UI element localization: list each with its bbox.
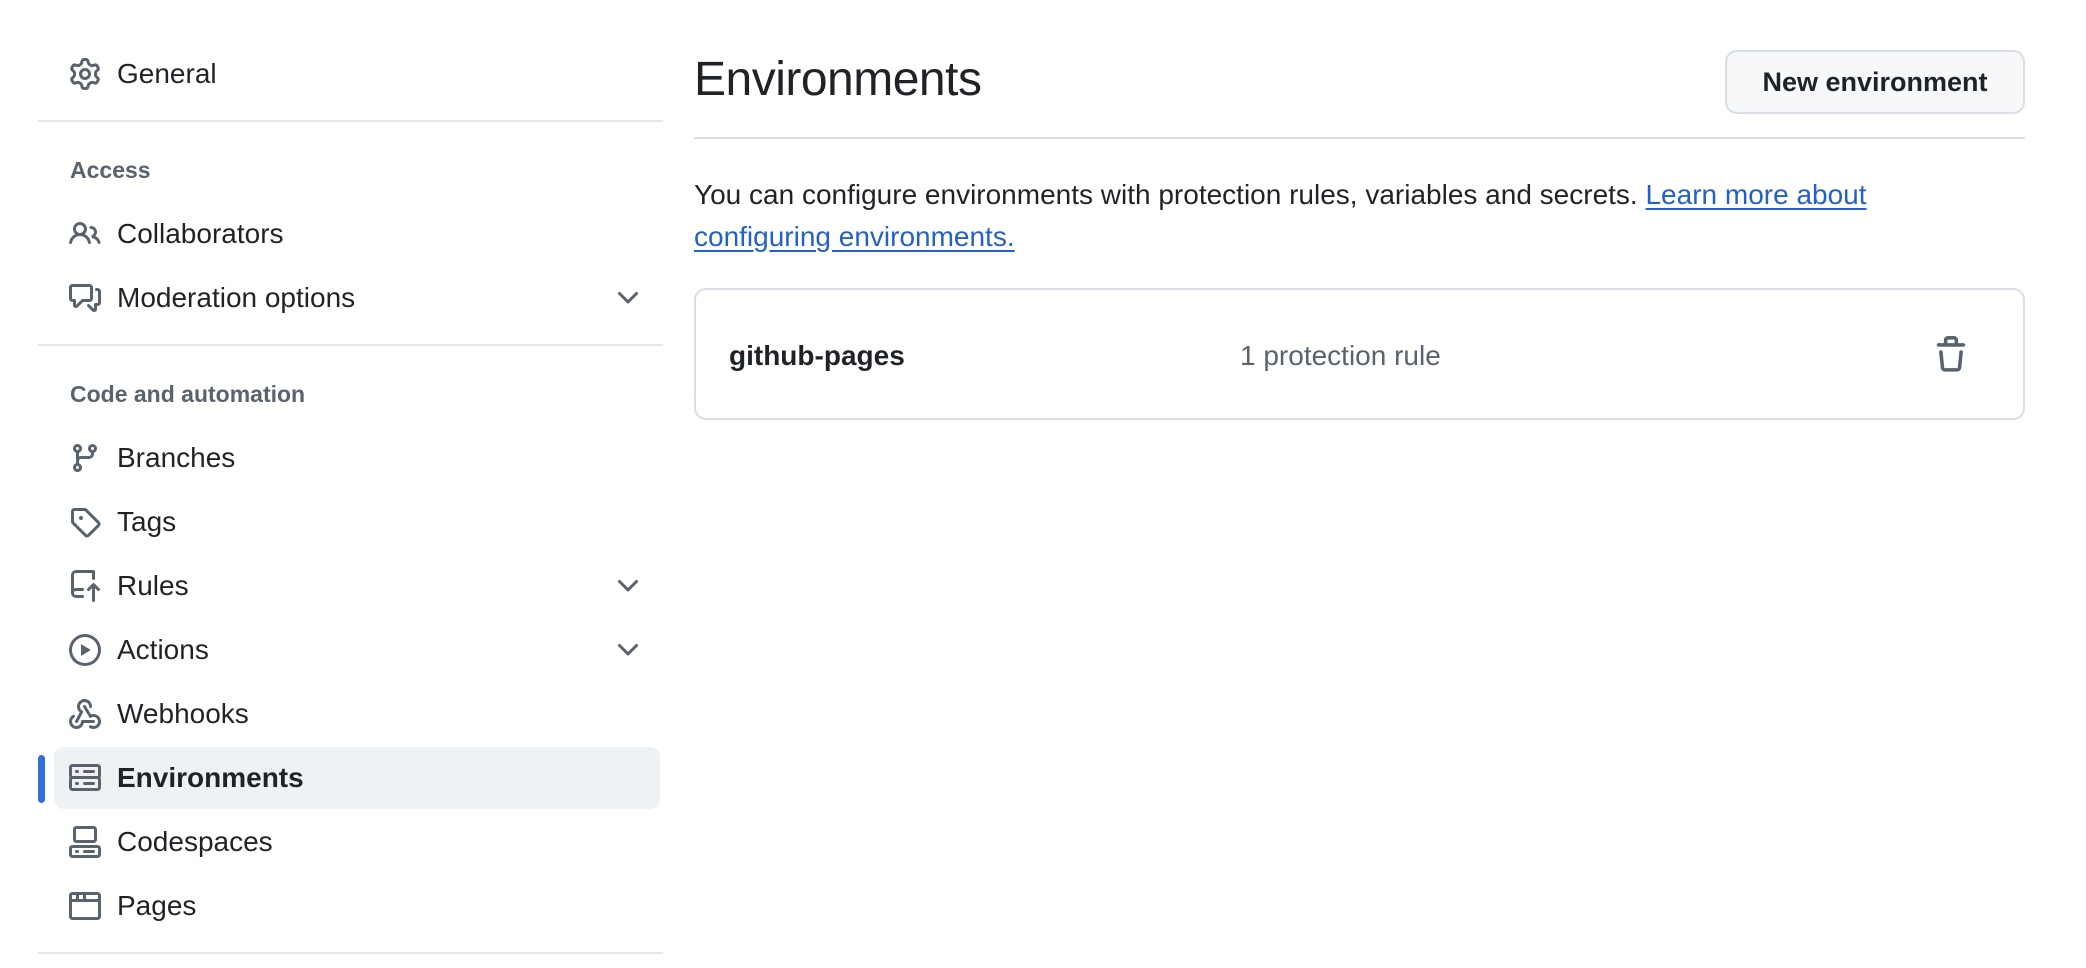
- sidebar-item-label: Environments: [117, 762, 304, 793]
- sidebar-item-collaborators[interactable]: Collaborators: [54, 203, 660, 265]
- environment-list: github-pages 1 protection rule: [694, 288, 2025, 420]
- comment-discussion-icon: [69, 282, 101, 314]
- sidebar-item-label: Actions: [117, 634, 209, 665]
- sidebar-heading-access: Access: [70, 157, 151, 183]
- chevron-down-icon[interactable]: [612, 282, 644, 314]
- git-branch-icon: [69, 442, 101, 474]
- sidebar-item-branches[interactable]: Branches: [54, 427, 660, 489]
- people-icon: [69, 218, 101, 250]
- browser-icon: [69, 890, 101, 922]
- sidebar-item-environments[interactable]: Environments: [54, 747, 660, 809]
- sidebar-item-general[interactable]: General: [54, 43, 660, 105]
- protection-rule-count: 1 protection rule: [1240, 340, 1441, 371]
- chevron-down-icon[interactable]: [612, 570, 644, 602]
- intro-text-body: You can configure environments with prot…: [694, 179, 1646, 210]
- gear-icon: [69, 58, 101, 90]
- sidebar-item-label: Branches: [117, 442, 236, 473]
- repo-push-icon: [69, 570, 101, 602]
- sidebar-item-label: Codespaces: [117, 826, 273, 857]
- title-divider: [694, 137, 2025, 139]
- sidebar-item-webhooks[interactable]: Webhooks: [54, 683, 660, 745]
- sidebar-item-moderation-options[interactable]: Moderation options: [54, 267, 660, 329]
- sidebar-divider: [38, 952, 663, 954]
- sidebar-item-tags[interactable]: Tags: [54, 491, 660, 553]
- play-icon: [69, 634, 101, 666]
- sidebar-divider: [38, 120, 663, 122]
- chevron-down-icon[interactable]: [612, 634, 644, 666]
- webhook-icon: [69, 698, 101, 730]
- sidebar-item-label: Pages: [117, 890, 197, 921]
- active-indicator: [38, 755, 45, 803]
- settings-sidebar: General Access Collaborators Moderation …: [38, 0, 663, 968]
- sidebar-item-pages[interactable]: Pages: [54, 875, 660, 937]
- new-environment-button[interactable]: New environment: [1725, 50, 2025, 114]
- page-title: Environments: [694, 53, 982, 106]
- tag-icon: [69, 506, 101, 538]
- sidebar-heading-code-automation: Code and automation: [70, 381, 306, 407]
- sidebar-item-label: Webhooks: [117, 698, 249, 729]
- sidebar-item-rules[interactable]: Rules: [54, 555, 660, 617]
- sidebar-item-actions[interactable]: Actions: [54, 619, 660, 681]
- sidebar-item-label: Moderation options: [117, 282, 356, 313]
- sidebar-item-label: Collaborators: [117, 218, 284, 249]
- sidebar-item-label: Rules: [117, 570, 189, 601]
- sidebar-item-label: Tags: [117, 506, 177, 537]
- intro-text: You can configure environments with prot…: [694, 174, 1994, 258]
- server-icon: [69, 762, 101, 794]
- sidebar-item-label: General: [117, 58, 217, 89]
- environment-name-link[interactable]: github-pages: [729, 340, 905, 372]
- codespaces-icon: [69, 826, 101, 858]
- trash-icon[interactable]: [1932, 336, 1970, 374]
- sidebar-divider: [38, 344, 663, 346]
- settings-page: General Access Collaborators Moderation …: [0, 0, 2086, 968]
- sidebar-item-codespaces[interactable]: Codespaces: [54, 811, 660, 873]
